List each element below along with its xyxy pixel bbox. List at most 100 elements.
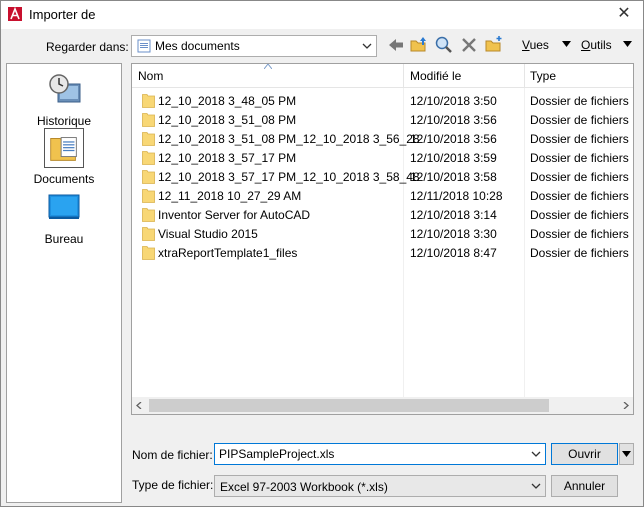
filetype-dropdown-arrow[interactable] xyxy=(527,476,545,496)
scrollbar-thumb[interactable] xyxy=(149,399,549,412)
place-documents-label: Documents xyxy=(33,172,95,186)
file-modified: 12/10/2018 3:56 xyxy=(410,113,497,127)
file-type: Dossier de fichiers xyxy=(530,132,629,146)
file-modified: 12/10/2018 3:50 xyxy=(410,94,497,108)
places-bar: Historique Documents Bureau xyxy=(6,63,122,503)
folder-icon xyxy=(142,189,155,203)
open-button-label: Ouvrir xyxy=(568,447,601,461)
filename-label: Nom de fichier: xyxy=(132,448,213,462)
search-web-icon[interactable] xyxy=(434,35,454,55)
table-row[interactable]: 12_11_2018 10_27_29 AM 12/11/2018 10:28 Do… xyxy=(132,186,633,205)
filetype-label: Type de fichier: xyxy=(132,478,214,492)
table-row[interactable]: 12_10_2018 3_48_05 PM 12/10/2018 3:50 Doss… xyxy=(132,91,633,110)
place-desktop[interactable]: Bureau xyxy=(7,188,121,246)
file-modified: 12/10/2018 3:30 xyxy=(410,227,497,241)
title-bar: Importer de ✕ xyxy=(1,1,643,29)
place-history[interactable]: Historique xyxy=(7,70,121,128)
documents-icon xyxy=(50,137,77,161)
file-name: 12_10_2018 3_51_08 PM_12_10_2018 3_56_28 xyxy=(158,132,420,146)
file-type: Dossier de fichiers xyxy=(530,189,629,203)
file-modified: 12/10/2018 3:59 xyxy=(410,151,497,165)
table-row[interactable]: 12_10_2018 3_51_08 PM 12/10/2018 3:56 Doss… xyxy=(132,110,633,129)
folder-icon xyxy=(142,246,155,260)
lookin-dropdown-arrow[interactable] xyxy=(358,36,376,56)
open-button[interactable]: Ouvrir xyxy=(551,443,618,465)
file-type: Dossier de fichiers xyxy=(530,208,629,222)
folder-icon xyxy=(142,94,155,108)
close-icon: ✕ xyxy=(617,5,631,22)
column-header-modified[interactable]: Modifié le xyxy=(410,69,461,83)
file-modified: 12/10/2018 3:14 xyxy=(410,208,497,222)
folder-icon xyxy=(142,208,155,222)
folder-icon xyxy=(142,151,155,165)
filename-input[interactable]: PIPSampleProject.xls xyxy=(214,443,546,465)
file-type: Dossier de fichiers xyxy=(530,170,629,184)
file-name: 12_10_2018 3_48_05 PM xyxy=(158,94,297,108)
views-rest: ues xyxy=(529,38,549,52)
lookin-combobox[interactable]: Mes documents xyxy=(131,35,377,57)
close-button[interactable]: ✕ xyxy=(611,3,637,27)
file-modified: 12/10/2018 8:47 xyxy=(410,246,497,260)
table-row[interactable]: xtraReportTemplate1_files 12/10/2018 8:47… xyxy=(132,243,633,262)
sort-ascending-icon xyxy=(264,64,272,69)
file-modified: 12/10/2018 3:58 xyxy=(410,170,497,184)
window-title: Importer de xyxy=(29,7,96,22)
cancel-button-label: Annuler xyxy=(563,479,606,493)
list-header: Nom Modifié le Type xyxy=(132,64,633,88)
filename-value: PIPSampleProject.xls xyxy=(219,447,335,461)
file-type: Dossier de fichiers xyxy=(530,227,629,241)
table-row[interactable]: 12_10_2018 3_57_17 PM_12_10_2018 3_58_48… xyxy=(132,167,633,186)
file-name: 12_10_2018 3_57_17 PM_12_10_2018 3_58_48 xyxy=(158,170,420,184)
filetype-value: Excel 97-2003 Workbook (*.xls) xyxy=(220,480,388,494)
documents-folder-icon xyxy=(137,39,151,53)
file-type: Dossier de fichiers xyxy=(530,246,629,260)
file-type: Dossier de fichiers xyxy=(530,151,629,165)
file-list[interactable]: Nom Modifié le Type 12_10_2018 3_48_05 P… xyxy=(131,63,634,415)
delete-icon[interactable] xyxy=(459,35,479,55)
chevron-down-icon xyxy=(531,483,541,489)
file-name: Visual Studio 2015 xyxy=(158,227,258,241)
file-type: Dossier de fichiers xyxy=(530,113,629,127)
tools-menu[interactable]: Outils xyxy=(581,38,612,52)
scroll-left-icon[interactable] xyxy=(136,402,143,409)
table-row[interactable]: Visual Studio 2015 12/10/2018 3:30 Dossier… xyxy=(132,224,633,243)
dropdown-arrow-icon xyxy=(622,451,631,457)
chevron-down-icon xyxy=(531,451,541,457)
place-documents[interactable]: Documents xyxy=(7,128,121,186)
place-desktop-label: Bureau xyxy=(44,232,84,246)
views-accel: V xyxy=(522,38,530,52)
chevron-down-icon xyxy=(362,43,372,49)
history-icon xyxy=(49,74,81,103)
file-name: 12_10_2018 3_57_17 PM xyxy=(158,151,297,165)
tools-accel: O xyxy=(581,38,591,52)
cancel-button[interactable]: Annuler xyxy=(551,475,618,497)
views-menu[interactable]: Vues xyxy=(522,38,549,52)
views-dropdown-icon[interactable] xyxy=(562,41,571,47)
folder-icon xyxy=(142,227,155,241)
folder-icon xyxy=(142,170,155,184)
column-header-type[interactable]: Type xyxy=(530,69,556,83)
table-row[interactable]: 12_10_2018 3_51_08 PM_12_10_2018 3_56_28… xyxy=(132,129,633,148)
place-history-label: Historique xyxy=(36,114,92,128)
new-folder-icon[interactable] xyxy=(484,35,504,55)
lookin-label: Regarder dans: xyxy=(46,40,129,54)
column-header-name[interactable]: Nom xyxy=(138,69,163,83)
autocad-logo-icon xyxy=(8,7,22,21)
file-name: xtraReportTemplate1_files xyxy=(158,246,298,260)
horizontal-scrollbar[interactable] xyxy=(132,397,633,414)
table-row[interactable]: Inventor Server for AutoCAD 12/10/2018 3:… xyxy=(132,205,633,224)
lookin-value: Mes documents xyxy=(155,39,240,53)
import-dialog: Importer de ✕ Regarder dans: Mes documen… xyxy=(0,0,644,507)
filename-dropdown-arrow[interactable] xyxy=(527,444,545,464)
up-folder-icon[interactable] xyxy=(409,35,429,55)
back-arrow-icon[interactable] xyxy=(386,35,406,55)
file-name: 12_11_2018 10_27_29 AM xyxy=(158,189,302,203)
file-name: 12_10_2018 3_51_08 PM xyxy=(158,113,297,127)
file-name: Inventor Server for AutoCAD xyxy=(158,208,311,222)
open-options-dropdown[interactable] xyxy=(619,443,634,465)
tools-rest: utils xyxy=(590,38,612,52)
table-row[interactable]: 12_10_2018 3_57_17 PM 12/10/2018 3:59 Doss… xyxy=(132,148,633,167)
tools-dropdown-icon[interactable] xyxy=(623,41,632,47)
filetype-combobox[interactable]: Excel 97-2003 Workbook (*.xls) xyxy=(214,475,546,497)
scroll-right-icon[interactable] xyxy=(622,402,629,409)
